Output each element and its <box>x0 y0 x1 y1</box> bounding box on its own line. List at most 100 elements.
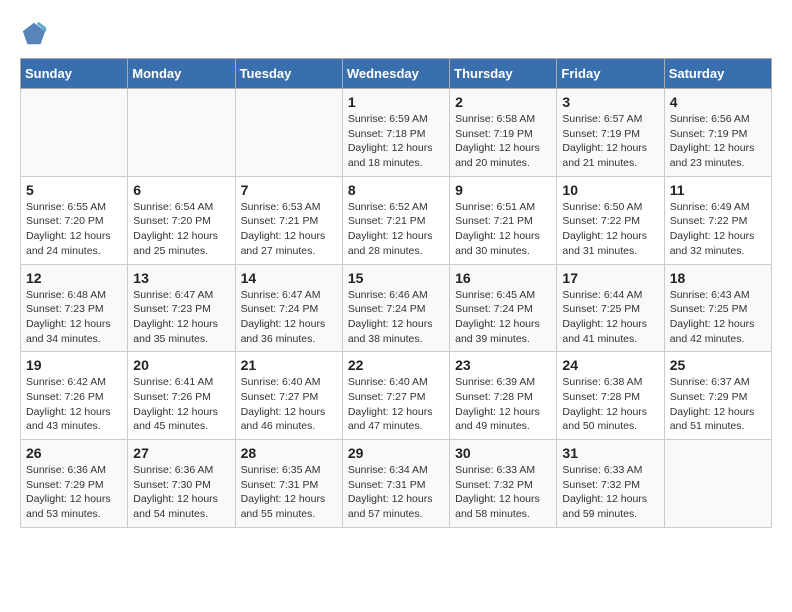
page-header <box>20 20 772 48</box>
day-number: 20 <box>133 357 229 373</box>
day-info: Sunrise: 6:35 AM Sunset: 7:31 PM Dayligh… <box>241 463 337 522</box>
day-number: 30 <box>455 445 551 461</box>
day-number: 16 <box>455 270 551 286</box>
day-info: Sunrise: 6:41 AM Sunset: 7:26 PM Dayligh… <box>133 375 229 434</box>
day-number: 24 <box>562 357 658 373</box>
day-info: Sunrise: 6:36 AM Sunset: 7:29 PM Dayligh… <box>26 463 122 522</box>
day-info: Sunrise: 6:51 AM Sunset: 7:21 PM Dayligh… <box>455 200 551 259</box>
weekday-header-tuesday: Tuesday <box>235 59 342 89</box>
calendar-cell: 27 Sunrise: 6:36 AM Sunset: 7:30 PM Dayli… <box>128 440 235 528</box>
calendar-cell: 26 Sunrise: 6:36 AM Sunset: 7:29 PM Dayli… <box>21 440 128 528</box>
weekday-header-monday: Monday <box>128 59 235 89</box>
calendar-cell: 1Sunrise: 6:59 AM Sunset: 7:18 PM Daylig… <box>342 89 449 177</box>
calendar-cell <box>664 440 771 528</box>
day-number: 7 <box>241 182 337 198</box>
day-number: 11 <box>670 182 766 198</box>
day-number: 5 <box>26 182 122 198</box>
weekday-header-friday: Friday <box>557 59 664 89</box>
day-number: 8 <box>348 182 444 198</box>
day-number: 18 <box>670 270 766 286</box>
logo-icon <box>20 20 48 48</box>
weekday-header-row: SundayMondayTuesdayWednesdayThursdayFrid… <box>21 59 772 89</box>
day-info: Sunrise: 6:33 AM Sunset: 7:32 PM Dayligh… <box>455 463 551 522</box>
calendar-cell <box>235 89 342 177</box>
day-info: Sunrise: 6:53 AM Sunset: 7:21 PM Dayligh… <box>241 200 337 259</box>
calendar-cell: 4Sunrise: 6:56 AM Sunset: 7:19 PM Daylig… <box>664 89 771 177</box>
calendar-cell: 22Sunrise: 6:40 AM Sunset: 7:27 PM Dayli… <box>342 352 449 440</box>
calendar-cell: 11 Sunrise: 6:49 AM Sunset: 7:22 PM Dayli… <box>664 176 771 264</box>
day-info: Sunrise: 6:34 AM Sunset: 7:31 PM Dayligh… <box>348 463 444 522</box>
day-number: 28 <box>241 445 337 461</box>
calendar-week-row: 5Sunrise: 6:55 AM Sunset: 7:20 PM Daylig… <box>21 176 772 264</box>
weekday-header-sunday: Sunday <box>21 59 128 89</box>
calendar-cell: 14Sunrise: 6:47 AM Sunset: 7:24 PM Dayli… <box>235 264 342 352</box>
logo <box>20 20 52 48</box>
day-info: Sunrise: 6:48 AM Sunset: 7:23 PM Dayligh… <box>26 288 122 347</box>
calendar-cell: 16 Sunrise: 6:45 AM Sunset: 7:24 PM Dayli… <box>450 264 557 352</box>
day-info: Sunrise: 6:43 AM Sunset: 7:25 PM Dayligh… <box>670 288 766 347</box>
weekday-header-thursday: Thursday <box>450 59 557 89</box>
calendar-cell: 30 Sunrise: 6:33 AM Sunset: 7:32 PM Dayli… <box>450 440 557 528</box>
calendar-cell: 18 Sunrise: 6:43 AM Sunset: 7:25 PM Dayli… <box>664 264 771 352</box>
calendar-cell: 21 Sunrise: 6:40 AM Sunset: 7:27 PM Dayli… <box>235 352 342 440</box>
day-info: Sunrise: 6:40 AM Sunset: 7:27 PM Dayligh… <box>241 375 337 434</box>
day-info: Sunrise: 6:45 AM Sunset: 7:24 PM Dayligh… <box>455 288 551 347</box>
calendar-cell <box>128 89 235 177</box>
day-number: 21 <box>241 357 337 373</box>
day-info: Sunrise: 6:49 AM Sunset: 7:22 PM Dayligh… <box>670 200 766 259</box>
calendar-cell <box>21 89 128 177</box>
calendar-week-row: 1Sunrise: 6:59 AM Sunset: 7:18 PM Daylig… <box>21 89 772 177</box>
calendar-cell: 8Sunrise: 6:52 AM Sunset: 7:21 PM Daylig… <box>342 176 449 264</box>
day-number: 3 <box>562 94 658 110</box>
calendar-cell: 24 Sunrise: 6:38 AM Sunset: 7:28 PM Dayli… <box>557 352 664 440</box>
calendar-cell: 9 Sunrise: 6:51 AM Sunset: 7:21 PM Daylig… <box>450 176 557 264</box>
day-number: 15 <box>348 270 444 286</box>
day-number: 25 <box>670 357 766 373</box>
day-info: Sunrise: 6:47 AM Sunset: 7:24 PM Dayligh… <box>241 288 337 347</box>
day-info: Sunrise: 6:36 AM Sunset: 7:30 PM Dayligh… <box>133 463 229 522</box>
calendar-cell: 15 Sunrise: 6:46 AM Sunset: 7:24 PM Dayli… <box>342 264 449 352</box>
calendar-cell: 28 Sunrise: 6:35 AM Sunset: 7:31 PM Dayli… <box>235 440 342 528</box>
weekday-header-saturday: Saturday <box>664 59 771 89</box>
calendar-cell: 17Sunrise: 6:44 AM Sunset: 7:25 PM Dayli… <box>557 264 664 352</box>
day-number: 29 <box>348 445 444 461</box>
day-info: Sunrise: 6:42 AM Sunset: 7:26 PM Dayligh… <box>26 375 122 434</box>
day-info: Sunrise: 6:38 AM Sunset: 7:28 PM Dayligh… <box>562 375 658 434</box>
day-number: 9 <box>455 182 551 198</box>
calendar-cell: 10Sunrise: 6:50 AM Sunset: 7:22 PM Dayli… <box>557 176 664 264</box>
day-number: 19 <box>26 357 122 373</box>
day-info: Sunrise: 6:46 AM Sunset: 7:24 PM Dayligh… <box>348 288 444 347</box>
day-number: 23 <box>455 357 551 373</box>
day-info: Sunrise: 6:56 AM Sunset: 7:19 PM Dayligh… <box>670 112 766 171</box>
day-info: Sunrise: 6:58 AM Sunset: 7:19 PM Dayligh… <box>455 112 551 171</box>
day-number: 26 <box>26 445 122 461</box>
day-info: Sunrise: 6:50 AM Sunset: 7:22 PM Dayligh… <box>562 200 658 259</box>
day-number: 12 <box>26 270 122 286</box>
day-info: Sunrise: 6:44 AM Sunset: 7:25 PM Dayligh… <box>562 288 658 347</box>
calendar-cell: 2 Sunrise: 6:58 AM Sunset: 7:19 PM Daylig… <box>450 89 557 177</box>
day-info: Sunrise: 6:37 AM Sunset: 7:29 PM Dayligh… <box>670 375 766 434</box>
calendar-cell: 23Sunrise: 6:39 AM Sunset: 7:28 PM Dayli… <box>450 352 557 440</box>
calendar-cell: 13Sunrise: 6:47 AM Sunset: 7:23 PM Dayli… <box>128 264 235 352</box>
day-number: 27 <box>133 445 229 461</box>
calendar-cell: 19 Sunrise: 6:42 AM Sunset: 7:26 PM Dayli… <box>21 352 128 440</box>
weekday-header-wednesday: Wednesday <box>342 59 449 89</box>
calendar-week-row: 26 Sunrise: 6:36 AM Sunset: 7:29 PM Dayli… <box>21 440 772 528</box>
calendar-week-row: 19 Sunrise: 6:42 AM Sunset: 7:26 PM Dayli… <box>21 352 772 440</box>
calendar-cell: 12 Sunrise: 6:48 AM Sunset: 7:23 PM Dayli… <box>21 264 128 352</box>
day-number: 6 <box>133 182 229 198</box>
day-info: Sunrise: 6:59 AM Sunset: 7:18 PM Dayligh… <box>348 112 444 171</box>
day-info: Sunrise: 6:57 AM Sunset: 7:19 PM Dayligh… <box>562 112 658 171</box>
calendar-cell: 31 Sunrise: 6:33 AM Sunset: 7:32 PM Dayli… <box>557 440 664 528</box>
calendar-cell: 7 Sunrise: 6:53 AM Sunset: 7:21 PM Daylig… <box>235 176 342 264</box>
day-info: Sunrise: 6:47 AM Sunset: 7:23 PM Dayligh… <box>133 288 229 347</box>
day-info: Sunrise: 6:54 AM Sunset: 7:20 PM Dayligh… <box>133 200 229 259</box>
day-info: Sunrise: 6:33 AM Sunset: 7:32 PM Dayligh… <box>562 463 658 522</box>
calendar-cell: 29 Sunrise: 6:34 AM Sunset: 7:31 PM Dayli… <box>342 440 449 528</box>
day-info: Sunrise: 6:40 AM Sunset: 7:27 PM Dayligh… <box>348 375 444 434</box>
calendar-cell: 6 Sunrise: 6:54 AM Sunset: 7:20 PM Daylig… <box>128 176 235 264</box>
day-number: 2 <box>455 94 551 110</box>
day-number: 31 <box>562 445 658 461</box>
calendar-cell: 5Sunrise: 6:55 AM Sunset: 7:20 PM Daylig… <box>21 176 128 264</box>
calendar-cell: 25 Sunrise: 6:37 AM Sunset: 7:29 PM Dayli… <box>664 352 771 440</box>
